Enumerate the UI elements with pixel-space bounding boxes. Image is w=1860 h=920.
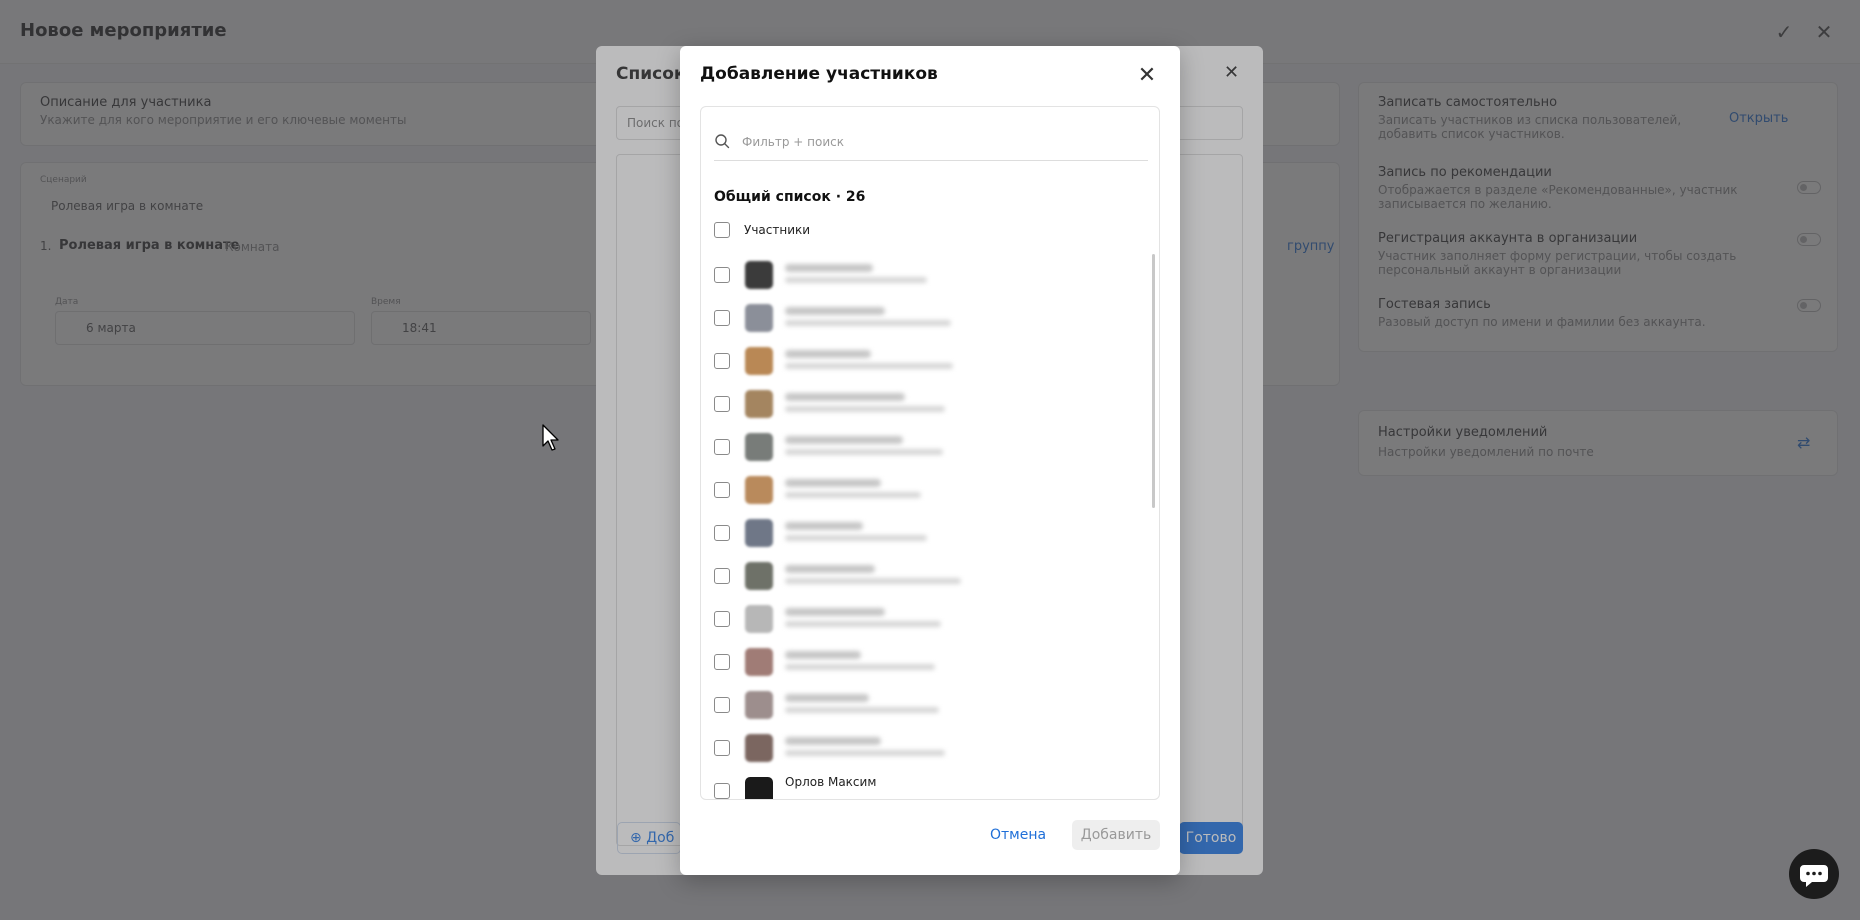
participant-checkbox[interactable] [714,611,730,627]
participant-checkbox[interactable] [714,525,730,541]
blurred-email [785,449,943,455]
list-heading: Общий список · 26 [714,189,866,205]
avatar [745,433,773,461]
list-item[interactable] [701,297,1146,340]
modal-title: Добавление участников [700,64,938,84]
add-button[interactable]: Добавить [1072,820,1160,850]
participants-list: Орлов Максим [701,254,1146,799]
chat-icon [1800,865,1828,887]
avatar [745,777,773,799]
blurred-name [785,737,881,745]
list-item[interactable] [701,383,1146,426]
list-item[interactable] [701,727,1146,770]
blurred-name [785,522,863,530]
list-item[interactable] [701,684,1146,727]
blurred-email [785,320,951,326]
list-item[interactable] [701,426,1146,469]
select-all-label: Участники [744,223,811,237]
blurred-name [785,436,903,444]
blurred-email [785,492,921,498]
blurred-name [785,565,875,573]
blurred-name [785,350,871,358]
blurred-name [785,307,885,315]
avatar [745,734,773,762]
participant-checkbox[interactable] [714,396,730,412]
blurred-email [785,621,941,627]
participant-checkbox[interactable] [714,654,730,670]
search-bar [714,123,1148,161]
blurred-name [785,479,881,487]
modal-body: Общий список · 26 Участники Орлов Максим [700,106,1160,800]
blurred-name [785,608,885,616]
list-item[interactable] [701,598,1146,641]
participant-name: Орлов Максим [785,775,877,789]
list-item[interactable]: Орлов Максим [701,770,1146,799]
mouse-cursor-icon [542,424,559,451]
blurred-email [785,535,927,541]
avatar [745,519,773,547]
avatar [745,390,773,418]
avatar [745,476,773,504]
list-item[interactable] [701,254,1146,297]
list-item[interactable] [701,340,1146,383]
list-item[interactable] [701,555,1146,598]
avatar [745,562,773,590]
avatar [745,304,773,332]
list-item[interactable] [701,469,1146,512]
participant-checkbox[interactable] [714,783,730,799]
blurred-email [785,750,945,756]
blurred-email [785,578,961,584]
blurred-name [785,393,905,401]
participant-checkbox[interactable] [714,697,730,713]
search-icon [715,134,730,149]
avatar [745,261,773,289]
search-input[interactable] [742,129,1142,155]
blurred-name [785,694,869,702]
blurred-email [785,707,939,713]
participant-checkbox[interactable] [714,482,730,498]
participant-checkbox[interactable] [714,353,730,369]
participant-checkbox[interactable] [714,310,730,326]
cancel-button[interactable]: Отмена [990,820,1046,850]
chat-button[interactable] [1789,849,1839,899]
blurred-email [785,277,927,283]
avatar [745,347,773,375]
blurred-email [785,363,953,369]
avatar [745,648,773,676]
participant-checkbox[interactable] [714,267,730,283]
list-item[interactable] [701,512,1146,555]
add-participants-modal: Добавление участников ✕ Общий список · 2… [680,46,1180,875]
blurred-email [785,664,935,670]
select-all-checkbox[interactable] [714,222,730,238]
blurred-name [785,264,873,272]
close-icon[interactable]: ✕ [1135,64,1159,88]
participant-checkbox[interactable] [714,740,730,756]
avatar [745,605,773,633]
participant-checkbox[interactable] [714,439,730,455]
participant-checkbox[interactable] [714,568,730,584]
list-scrollbar[interactable] [1152,254,1155,508]
blurred-name [785,651,861,659]
avatar [745,691,773,719]
blurred-email [785,406,945,412]
list-item[interactable] [701,641,1146,684]
